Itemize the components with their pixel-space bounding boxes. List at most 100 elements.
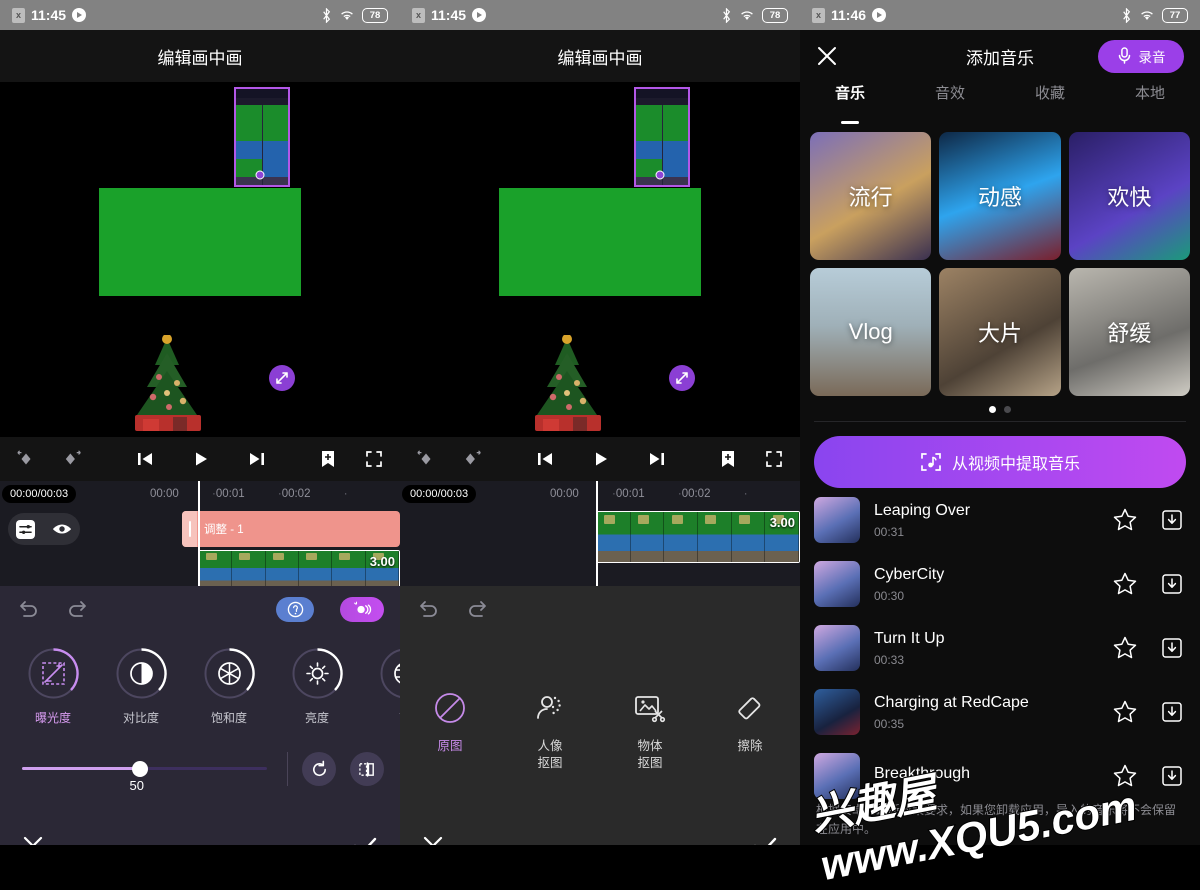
video-clip-track[interactable]: 3.00 — [596, 511, 800, 563]
tab-local[interactable]: 本地 — [1100, 82, 1200, 122]
keyframe-next-icon[interactable] — [64, 449, 84, 469]
value-slider-row[interactable]: 50 — [0, 752, 400, 793]
help-button[interactable] — [276, 596, 314, 622]
category-card-pop[interactable]: 流行 — [810, 132, 932, 260]
adjust-option-saturation[interactable]: 饱和度 — [198, 646, 260, 726]
record-label: 录音 — [1138, 50, 1166, 65]
cutout-option-portrait[interactable]: 人像 抠图 — [513, 688, 587, 772]
skip-next-icon[interactable] — [647, 449, 667, 469]
download-icon[interactable] — [1160, 572, 1184, 596]
sim-icon: x — [12, 7, 25, 23]
song-list[interactable]: Leaping Over 00:31 CyberCity 00:30 Turn … — [800, 488, 1200, 808]
add-marker-icon[interactable] — [318, 449, 338, 469]
download-icon[interactable] — [1160, 636, 1184, 660]
visibility-icon[interactable] — [52, 522, 72, 536]
adjustment-clip[interactable]: 调整 - 1 — [182, 511, 400, 547]
confirm-icon[interactable] — [352, 835, 378, 845]
timeline[interactable]: 00:00/00:03 00:00 · 00:01 · 00:02 · 3.00 — [400, 481, 800, 586]
category-card-soothing[interactable]: 舒缓 — [1068, 268, 1190, 396]
song-title: Breakthrough — [874, 764, 971, 782]
adjust-option-label: 高 — [374, 709, 400, 726]
favorite-star-icon[interactable] — [1112, 507, 1138, 533]
fullscreen-icon[interactable] — [764, 449, 784, 469]
adjust-option-highlight[interactable]: 高 — [374, 646, 400, 726]
value-slider[interactable]: 50 — [16, 754, 273, 793]
favorite-star-icon[interactable] — [1112, 571, 1138, 597]
category-grid[interactable]: 流行 动感 欢快 Vlog 大片 舒缓 — [800, 122, 1200, 396]
adjust-options-row[interactable]: 曝光度 对比度 饱和度 亮度 — [0, 632, 400, 726]
download-icon[interactable] — [1160, 700, 1184, 724]
adjust-option-brightness[interactable]: 亮度 — [286, 646, 348, 726]
keyframe-prev-icon[interactable] — [416, 449, 436, 469]
favorite-star-icon[interactable] — [1112, 763, 1138, 789]
list-item[interactable]: Charging at RedCape 00:35 — [800, 680, 1200, 744]
keyframe-next-icon[interactable] — [464, 449, 484, 469]
music-tabs[interactable]: 音乐 音效 收藏 本地 — [800, 82, 1200, 122]
video-preview[interactable] — [0, 82, 400, 437]
skip-next-icon[interactable] — [247, 449, 267, 469]
video-preview[interactable] — [400, 82, 800, 437]
redo-icon[interactable] — [466, 599, 490, 619]
tab-sound-effects[interactable]: 音效 — [900, 82, 1000, 122]
pager-dot[interactable] — [989, 406, 996, 413]
cutout-option-original[interactable]: 原图 — [413, 688, 487, 772]
slider-knob[interactable] — [131, 761, 148, 777]
play-icon[interactable] — [591, 449, 611, 469]
panel-edit-pip-adjust: x 11:45 78 编辑画中画 00:00/00:03 00:00 · 00:… — [0, 0, 400, 845]
pip-resize-handle[interactable] — [669, 365, 695, 391]
preview-canvas[interactable] — [499, 82, 701, 437]
adjust-option-contrast[interactable]: 对比度 — [110, 646, 172, 726]
adjustment-clip-left-handle[interactable] — [182, 511, 197, 547]
cutout-option-object[interactable]: 物体 抠图 — [613, 688, 687, 772]
category-card-blockbuster[interactable]: 大片 — [939, 268, 1061, 396]
category-card-vlog[interactable]: Vlog — [810, 268, 932, 396]
divider — [287, 752, 288, 786]
adjust-tool-icon[interactable] — [16, 519, 36, 539]
cutout-option-eraser[interactable]: 擦除 — [713, 688, 787, 772]
timeline-tools[interactable] — [8, 513, 80, 545]
list-item[interactable]: Breakthrough — [800, 744, 1200, 808]
timeline[interactable]: 00:00/00:03 00:00 · 00:01 · 00:02 · 调整 -… — [0, 481, 400, 586]
list-item[interactable]: CyberCity 00:30 — [800, 552, 1200, 616]
reset-button[interactable] — [302, 752, 336, 786]
adjust-option-exposure[interactable]: 曝光度 — [22, 646, 84, 726]
favorite-star-icon[interactable] — [1112, 635, 1138, 661]
tab-music[interactable]: 音乐 — [800, 82, 900, 122]
cutout-options-row[interactable]: 原图 人像 抠图 物体 抠图 擦除 — [400, 632, 800, 772]
fullscreen-icon[interactable] — [364, 449, 384, 469]
confirm-icon[interactable] — [752, 835, 778, 845]
compare-effect-button[interactable] — [340, 596, 384, 622]
redo-icon[interactable] — [66, 599, 90, 619]
preview-canvas[interactable] — [99, 82, 301, 437]
pager-dot[interactable] — [1004, 406, 1011, 413]
apply-to-all-button[interactable] — [350, 752, 384, 786]
cancel-icon[interactable] — [422, 835, 444, 845]
cancel-icon[interactable] — [22, 835, 44, 845]
download-icon[interactable] — [1160, 764, 1184, 788]
playhead[interactable] — [198, 481, 200, 586]
tab-favorites[interactable]: 收藏 — [1000, 82, 1100, 122]
ruler-tick: · — [343, 488, 348, 500]
add-marker-icon[interactable] — [718, 449, 738, 469]
extract-music-button[interactable]: 从视频中提取音乐 — [814, 436, 1186, 488]
category-card-cheerful[interactable]: 欢快 — [1068, 132, 1190, 260]
skip-previous-icon[interactable] — [135, 449, 155, 469]
download-icon[interactable] — [1160, 508, 1184, 532]
pip-resize-handle[interactable] — [269, 365, 295, 391]
list-item[interactable]: Turn It Up 00:33 — [800, 616, 1200, 680]
undo-icon[interactable] — [16, 599, 40, 619]
keyframe-prev-icon[interactable] — [16, 449, 36, 469]
category-pager[interactable] — [800, 396, 1200, 421]
christmas-tree-image — [535, 335, 601, 431]
video-clip-track[interactable]: 3.00 — [198, 550, 400, 586]
play-icon[interactable] — [191, 449, 211, 469]
close-icon[interactable] — [816, 45, 838, 67]
favorite-star-icon[interactable] — [1112, 699, 1138, 725]
adjust-option-label: 饱和度 — [210, 711, 247, 725]
list-item[interactable]: Leaping Over 00:31 — [800, 488, 1200, 552]
category-card-dynamic[interactable]: 动感 — [939, 132, 1061, 260]
playhead[interactable] — [596, 481, 598, 586]
record-button[interactable]: 录音 — [1098, 39, 1184, 73]
undo-icon[interactable] — [416, 599, 440, 619]
skip-previous-icon[interactable] — [535, 449, 555, 469]
